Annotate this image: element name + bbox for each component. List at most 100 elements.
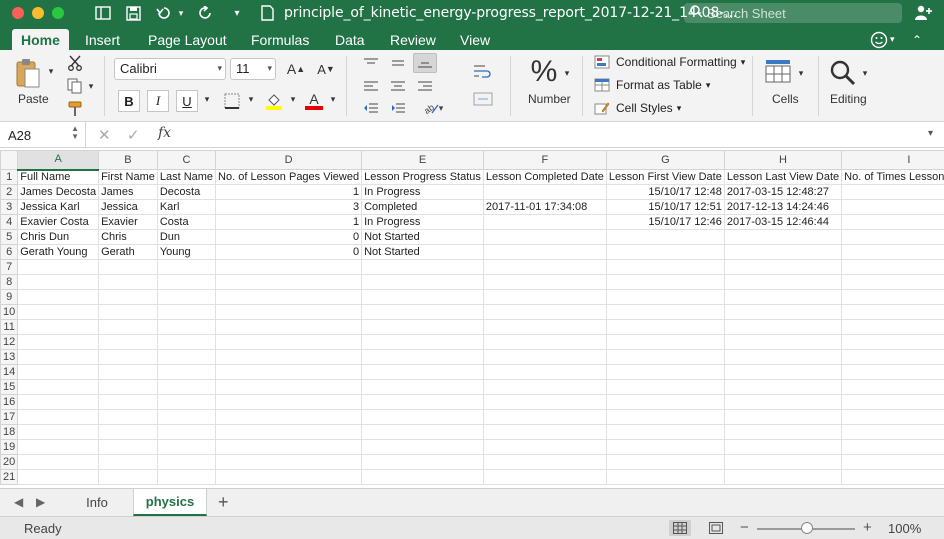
- formula-input[interactable]: [184, 125, 924, 145]
- cell-c19[interactable]: [156, 439, 217, 455]
- cell-b4[interactable]: Exavier: [98, 214, 158, 230]
- cell-h6[interactable]: [723, 244, 843, 260]
- cell-g19[interactable]: [605, 439, 725, 455]
- cell-f17[interactable]: [482, 409, 607, 425]
- cell-e18[interactable]: [361, 424, 484, 440]
- sheet-table[interactable]: ABCDEFGHIJ1Full NameFirst NameLast NameN…: [0, 150, 944, 485]
- decrease-font-size-icon[interactable]: A ▼: [314, 59, 338, 79]
- cell-d6[interactable]: 0: [215, 244, 363, 260]
- zoom-slider-thumb[interactable]: [801, 522, 813, 534]
- cell-e20[interactable]: [361, 454, 484, 470]
- cell-b13[interactable]: [98, 349, 158, 365]
- search-sheet-input[interactable]: [707, 5, 897, 21]
- cell-b2[interactable]: James: [98, 184, 158, 200]
- cell-b16[interactable]: [98, 394, 158, 410]
- cell-g14[interactable]: [605, 364, 725, 380]
- fill-color-icon[interactable]: [262, 90, 286, 112]
- cell-g10[interactable]: [605, 304, 725, 320]
- cell-b3[interactable]: Jessica: [98, 199, 158, 215]
- cell-e17[interactable]: [361, 409, 484, 425]
- cell-g9[interactable]: [605, 289, 725, 305]
- cell-c16[interactable]: [156, 394, 217, 410]
- cell-d21[interactable]: [215, 469, 363, 485]
- cell-i1[interactable]: No. of Times Lesson Read: [841, 169, 944, 185]
- cell-h2[interactable]: 2017-03-15 12:48:27: [723, 184, 843, 200]
- cell-a8[interactable]: [17, 274, 100, 290]
- cell-a9[interactable]: [17, 289, 100, 305]
- zoom-out-button[interactable]: −: [740, 519, 749, 536]
- number-button[interactable]: Number: [528, 92, 571, 106]
- cell-g21[interactable]: [605, 469, 725, 485]
- cell-g1[interactable]: Lesson First View Date: [605, 169, 725, 185]
- cell-i16[interactable]: [841, 394, 944, 410]
- cell-b15[interactable]: [98, 379, 158, 395]
- cell-c6[interactable]: Young: [156, 244, 217, 260]
- cell-a18[interactable]: [17, 424, 100, 440]
- search-sheet-box[interactable]: [684, 3, 902, 23]
- cell-b21[interactable]: [98, 469, 158, 485]
- decrease-indent-icon[interactable]: [359, 98, 383, 118]
- cell-b11[interactable]: [98, 319, 158, 335]
- cell-e10[interactable]: [361, 304, 484, 320]
- cell-e8[interactable]: [361, 274, 484, 290]
- cell-d9[interactable]: [215, 289, 363, 305]
- cell-a1[interactable]: Full Name: [17, 169, 100, 185]
- cell-h21[interactable]: [723, 469, 843, 485]
- cell-f6[interactable]: [482, 244, 607, 260]
- redo-icon[interactable]: [197, 4, 215, 22]
- cell-a12[interactable]: [17, 334, 100, 350]
- customize-toolbar-icon[interactable]: ▾: [230, 4, 244, 22]
- cell-i11[interactable]: [841, 319, 944, 335]
- row-header[interactable]: 21: [0, 469, 19, 485]
- cell-h7[interactable]: [723, 259, 843, 275]
- cell-i5[interactable]: 0: [841, 229, 944, 245]
- cell-h17[interactable]: [723, 409, 843, 425]
- cell-c4[interactable]: Costa: [156, 214, 217, 230]
- number-format-icon[interactable]: %: [528, 55, 560, 88]
- row-header[interactable]: 17: [0, 409, 19, 425]
- cell-b19[interactable]: [98, 439, 158, 455]
- cell-c5[interactable]: Dun: [156, 229, 217, 245]
- cell-e1[interactable]: Lesson Progress Status: [361, 169, 484, 185]
- fill-color-dropdown-icon[interactable]: ▾: [288, 94, 298, 105]
- cell-f18[interactable]: [482, 424, 607, 440]
- tab-data[interactable]: Data: [326, 29, 374, 50]
- row-header[interactable]: 16: [0, 394, 19, 410]
- cell-e2[interactable]: In Progress: [361, 184, 484, 200]
- cell-d15[interactable]: [215, 379, 363, 395]
- cell-h12[interactable]: [723, 334, 843, 350]
- merge-center-icon[interactable]: [470, 88, 496, 110]
- cell-b8[interactable]: [98, 274, 158, 290]
- name-box[interactable]: A28 ▲ ▼: [0, 122, 86, 148]
- cell-f5[interactable]: [482, 229, 607, 245]
- copy-icon[interactable]: [66, 77, 84, 95]
- cell-e19[interactable]: [361, 439, 484, 455]
- row-header[interactable]: 8: [0, 274, 19, 290]
- row-header[interactable]: 1: [0, 169, 19, 185]
- cell-i6[interactable]: 0: [841, 244, 944, 260]
- borders-dropdown-icon[interactable]: ▾: [246, 94, 256, 105]
- cell-f9[interactable]: [482, 289, 607, 305]
- cell-e12[interactable]: [361, 334, 484, 350]
- cell-f21[interactable]: [482, 469, 607, 485]
- column-header-a[interactable]: A: [17, 150, 100, 171]
- format-painter-icon[interactable]: [66, 100, 84, 118]
- row-header[interactable]: 7: [0, 259, 19, 275]
- cell-c20[interactable]: [156, 454, 217, 470]
- select-all-corner[interactable]: [0, 150, 19, 170]
- underline-button[interactable]: U: [176, 90, 198, 112]
- borders-icon[interactable]: [220, 91, 244, 111]
- cell-c12[interactable]: [156, 334, 217, 350]
- cell-a13[interactable]: [17, 349, 100, 365]
- cell-c7[interactable]: [156, 259, 217, 275]
- cell-h11[interactable]: [723, 319, 843, 335]
- cell-g18[interactable]: [605, 424, 725, 440]
- row-header[interactable]: 9: [0, 289, 19, 305]
- cell-i2[interactable]: 1: [841, 184, 944, 200]
- row-header[interactable]: 19: [0, 439, 19, 455]
- tab-insert[interactable]: Insert: [76, 29, 129, 50]
- row-header[interactable]: 11: [0, 319, 19, 335]
- normal-view-icon[interactable]: [669, 520, 691, 536]
- cell-d3[interactable]: 3: [215, 199, 363, 215]
- cell-d2[interactable]: 1: [215, 184, 363, 200]
